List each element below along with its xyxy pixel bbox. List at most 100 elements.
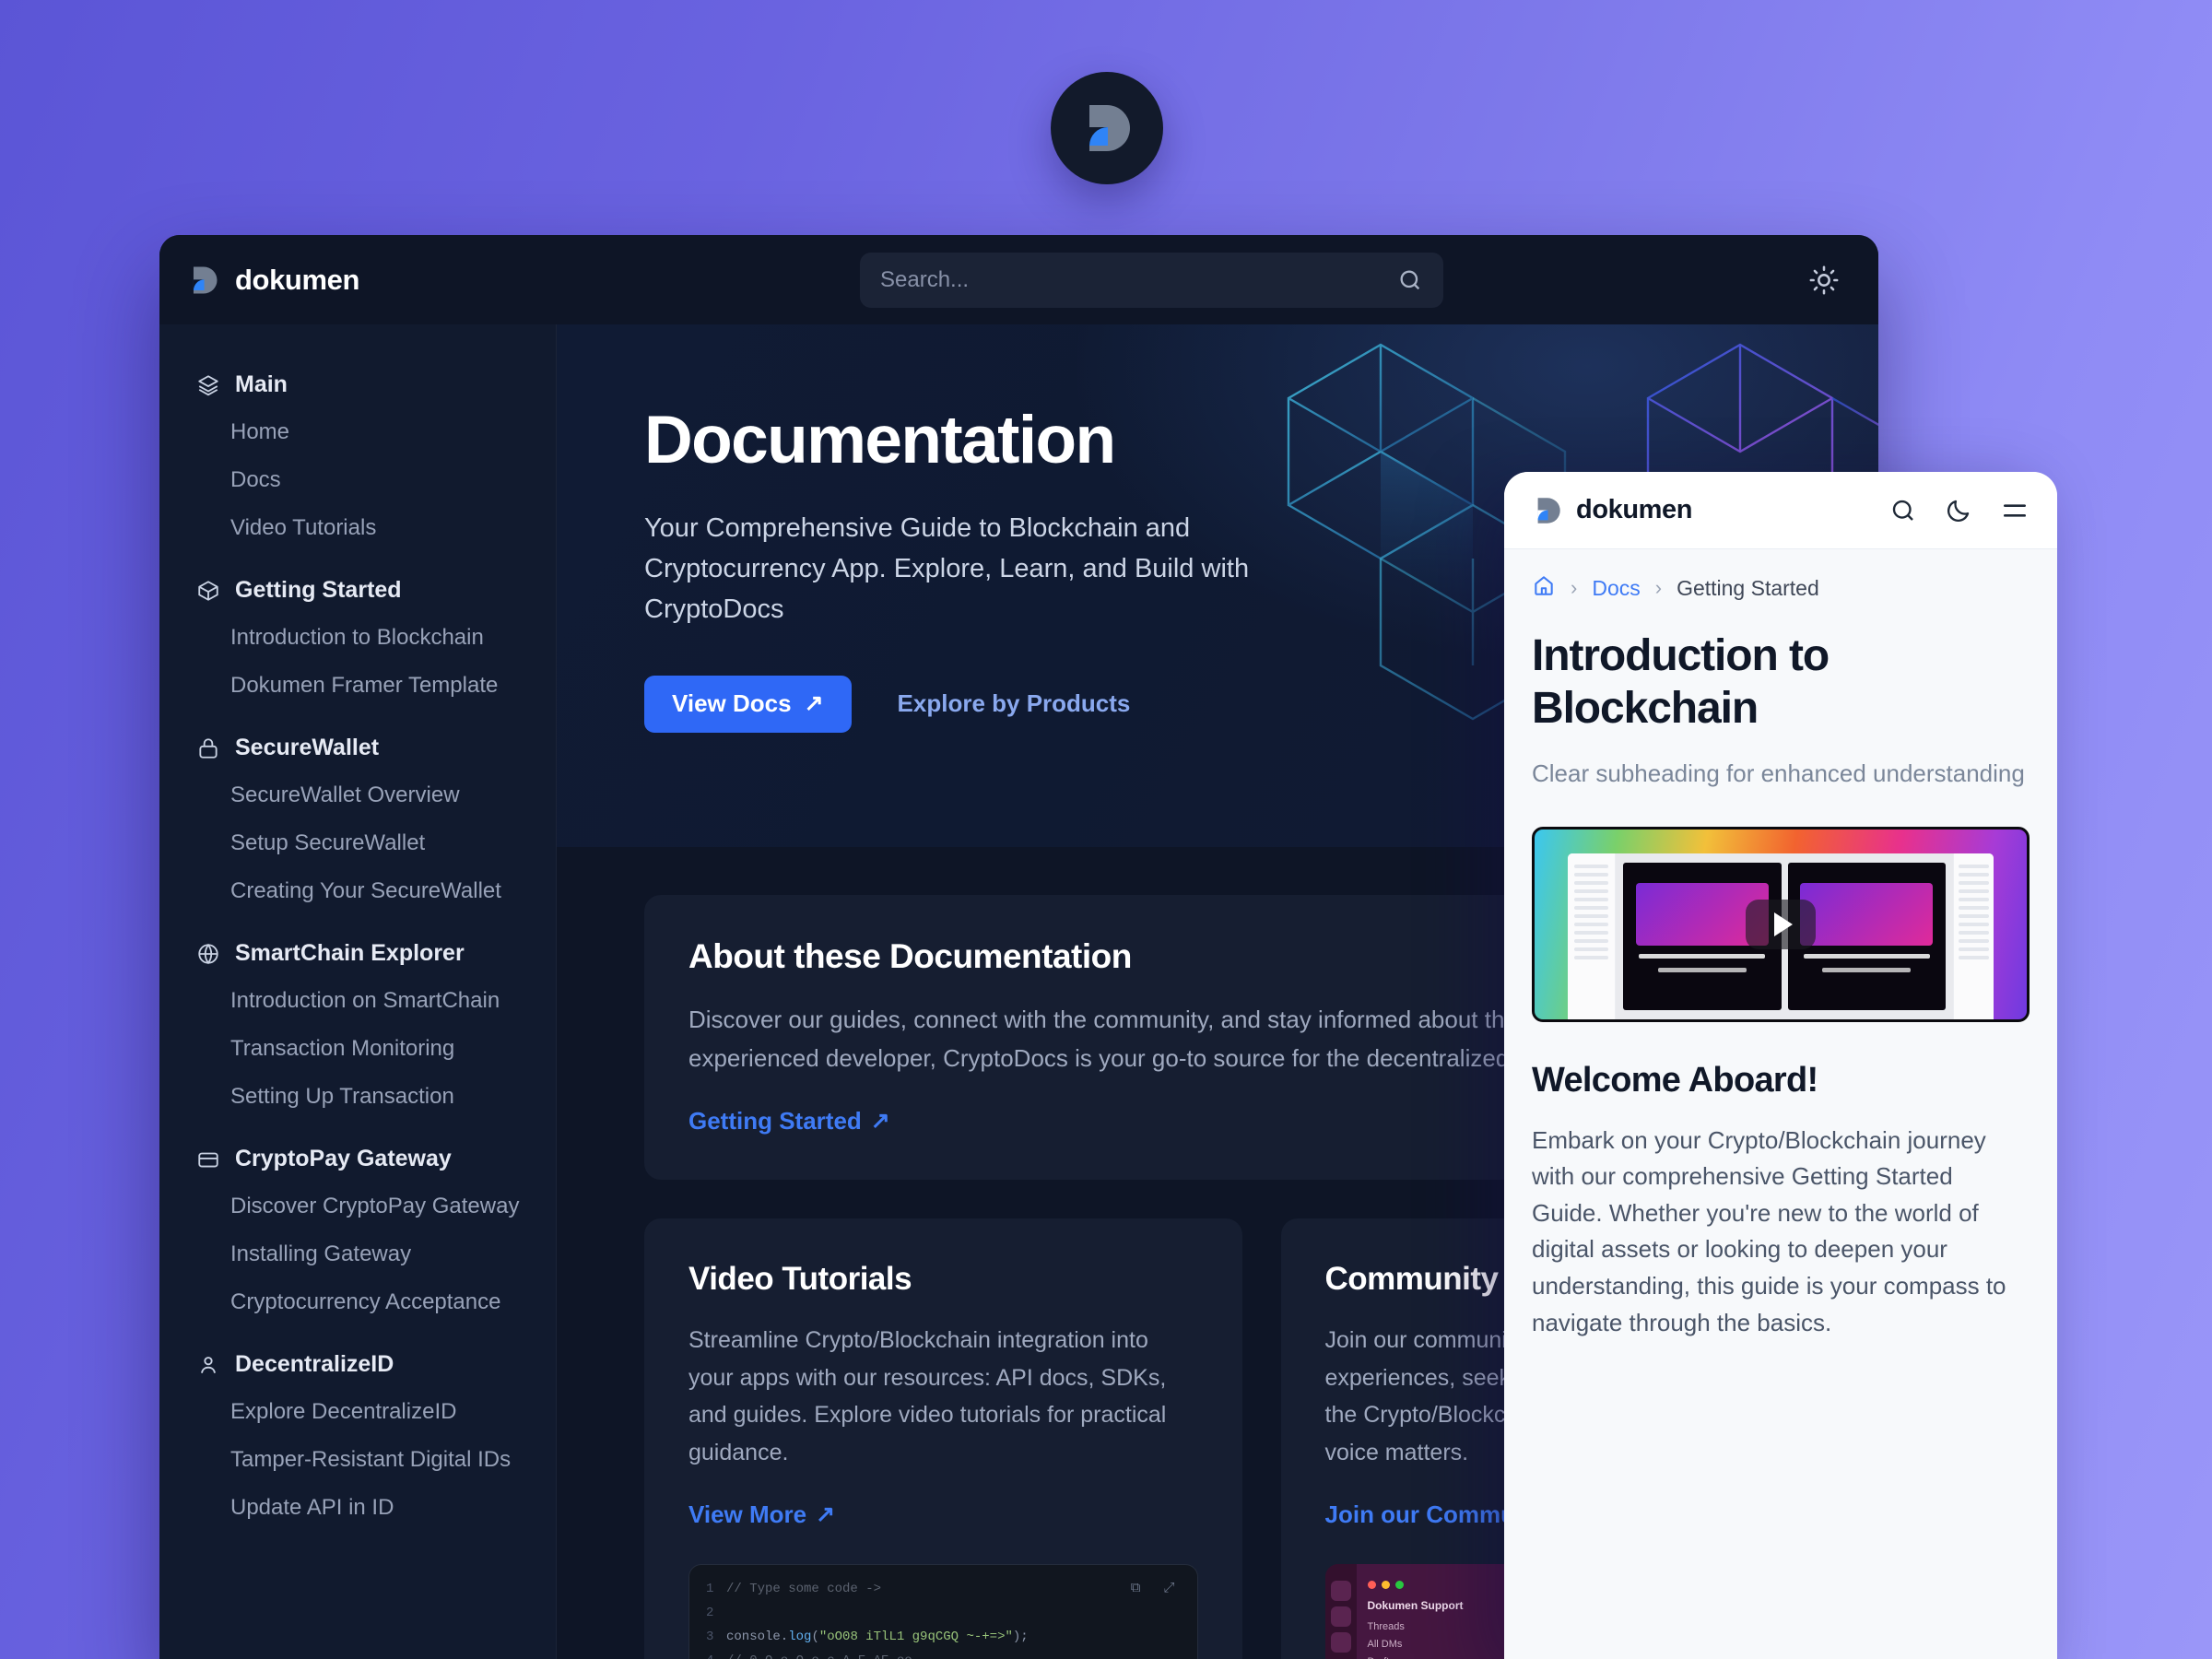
sidebar-item-transaction-monitoring[interactable]: Transaction Monitoring: [159, 1025, 556, 1073]
nav-group-cryptopay-gateway: CryptoPay Gateway Discover CryptoPay Gat…: [159, 1135, 556, 1326]
breadcrumb-current: Getting Started: [1677, 575, 1819, 600]
mobile-theme-toggle-button[interactable]: [1945, 497, 1972, 524]
video-tutorials-card: Video Tutorials Streamline Crypto/Blockc…: [644, 1218, 1242, 1659]
window-dots: [1367, 1577, 1493, 1599]
sidebar-group-decentralizeid[interactable]: DecentralizeID: [159, 1341, 556, 1388]
lock-icon: [199, 737, 218, 759]
search-box[interactable]: [860, 252, 1443, 308]
sidebar-group-label: SmartChain Explorer: [235, 940, 465, 966]
mobile-section-title: Welcome Aboard!: [1532, 1060, 1818, 1100]
sidebar-item-creating-your-securewallet[interactable]: Creating Your SecureWallet: [159, 867, 556, 915]
card-body: Streamline Crypto/Blockchain integration…: [688, 1327, 1167, 1465]
dokumen-logo-icon: [193, 265, 218, 294]
sidebar-item-installing-gateway[interactable]: Installing Gateway: [159, 1230, 556, 1278]
sidebar-group-main[interactable]: Main: [159, 361, 556, 408]
search-icon: [1892, 500, 1913, 521]
chat-rail: [1324, 1564, 1357, 1659]
sidebar-item-discover-cryptopay-gateway[interactable]: Discover CryptoPay Gateway: [159, 1182, 556, 1230]
hero-subtitle: Your Comprehensive Guide to Blockchain a…: [644, 512, 1250, 624]
card-title: Video Tutorials: [688, 1261, 912, 1298]
globe-icon: [198, 943, 218, 964]
view-docs-label: View Docs: [672, 689, 792, 718]
nav-group-decentralizeid: DecentralizeID Explore DecentralizeID Ta…: [159, 1341, 556, 1532]
theme-toggle-button[interactable]: [1799, 255, 1849, 305]
code-line-3c: "oO08 iTlL1 g9qCGQ ~-+=>": [818, 1630, 1013, 1644]
mobile-brand-name: dokumen: [1576, 495, 1693, 524]
code-editor-mockup[interactable]: ⧉ ⤢ 1// Type some code -> 2 3 console.log…: [688, 1564, 1198, 1659]
view-more-link[interactable]: View More ↗: [688, 1500, 835, 1529]
sidebar-item-introduction-on-smartchain[interactable]: Introduction on SmartChain: [159, 977, 556, 1025]
sidebar-item-home[interactable]: Home: [159, 408, 556, 456]
sidebar-group-getting-started[interactable]: Getting Started: [159, 567, 556, 614]
page-title: Documentation: [644, 403, 1116, 477]
code-line-1: // Type some code ->: [726, 1582, 882, 1597]
sidebar-item-docs[interactable]: Docs: [159, 456, 556, 504]
chat-sidebar: Dokumen Support Threads All DMs Drafts M…: [1356, 1564, 1504, 1659]
sidebar-group-label: Getting Started: [235, 577, 402, 603]
layers-icon: [198, 374, 218, 395]
credit-card-icon: [198, 1152, 218, 1168]
sidebar-group-label: Main: [235, 371, 288, 397]
play-icon[interactable]: [1746, 899, 1816, 949]
sidebar-item-introduction-to-blockchain[interactable]: Introduction to Blockchain: [159, 614, 556, 662]
arrow-up-right-icon: ↗: [804, 690, 824, 717]
mobile-page-title: Introduction to Blockchain: [1532, 631, 1830, 733]
mobile-preview-panel: dokumen › Docs › Getting Started Introdu…: [1504, 472, 2057, 1659]
top-bar: dokumen: [159, 235, 1878, 324]
sidebar-item-tamper-resistant-digital-ids[interactable]: Tamper-Resistant Digital IDs: [159, 1436, 556, 1484]
brand-name: dokumen: [235, 263, 359, 296]
sidebar-item-video-tutorials[interactable]: Video Tutorials: [159, 504, 556, 552]
dokumen-logo-icon: [1537, 497, 1560, 524]
floating-logo-badge: [1051, 72, 1163, 184]
sidebar-item-cryptocurrency-acceptance[interactable]: Cryptocurrency Acceptance: [159, 1278, 556, 1326]
explore-by-products-link[interactable]: Explore by Products: [898, 689, 1131, 718]
hamburger-menu-icon: [2004, 503, 2026, 517]
sidebar-item-setting-up-transaction[interactable]: Setting Up Transaction: [159, 1073, 556, 1121]
video-thumbnail[interactable]: [1532, 826, 2030, 1022]
sidebar-item-securewallet-overview[interactable]: SecureWallet Overview: [159, 771, 556, 819]
video-mock-sidebar: [1568, 853, 1616, 1019]
arrow-up-right-icon: ↗: [816, 1501, 836, 1528]
mobile-search-button[interactable]: [1889, 497, 1917, 524]
sidebar-item-update-api-in-id[interactable]: Update API in ID: [159, 1484, 556, 1532]
search-icon[interactable]: [1397, 267, 1423, 293]
mobile-section-body: Embark on your Crypto/Blockchain journey…: [1532, 1125, 2006, 1336]
sidebar-item-explore-decentralizeid[interactable]: Explore DecentralizeID: [159, 1388, 556, 1436]
sidebar-group-label: DecentralizeID: [235, 1351, 394, 1377]
mobile-brand[interactable]: dokumen: [1532, 495, 1889, 526]
search-input[interactable]: [880, 266, 1388, 293]
view-more-label: View More: [688, 1500, 807, 1529]
package-icon: [198, 580, 218, 601]
code-line-4: // 0 O o O o c A E AE oo: [726, 1653, 912, 1659]
sidebar-group-smartchain-explorer[interactable]: SmartChain Explorer: [159, 930, 556, 977]
mobile-top-bar: dokumen: [1504, 472, 2057, 549]
nav-group-main: Main Home Docs Video Tutorials: [159, 361, 556, 552]
brand[interactable]: dokumen: [187, 264, 528, 297]
video-mock-inspector: [1953, 853, 1994, 1019]
sidebar-group-label: SecureWallet: [235, 735, 380, 760]
breadcrumb-separator: ›: [1654, 576, 1663, 599]
sidebar-group-securewallet[interactable]: SecureWallet: [159, 724, 556, 771]
nav-group-smartchain-explorer: SmartChain Explorer Introduction on Smar…: [159, 930, 556, 1121]
home-icon: [1535, 576, 1553, 595]
chat-channel: All DMs: [1367, 1639, 1403, 1651]
breadcrumb-docs[interactable]: Docs: [1592, 576, 1640, 601]
code-line-3b: log: [788, 1630, 812, 1644]
mobile-icon-group: [1889, 496, 2030, 525]
sidebar-item-dokumen-framer-template[interactable]: Dokumen Framer Template: [159, 662, 556, 710]
sidebar: Main Home Docs Video Tutorials Getting S…: [159, 324, 557, 1659]
breadcrumb-separator: ›: [1571, 576, 1578, 599]
code-editor-tools: ⧉ ⤢: [1130, 1581, 1182, 1597]
getting-started-link[interactable]: Getting Started ↗: [688, 1107, 890, 1135]
chat-workspace-name: Dokumen Support: [1367, 1599, 1464, 1613]
nav-group-securewallet: SecureWallet SecureWallet Overview Setup…: [159, 724, 556, 915]
getting-started-label: Getting Started: [688, 1107, 862, 1135]
breadcrumb-home[interactable]: [1532, 573, 1556, 603]
sidebar-item-setup-securewallet[interactable]: Setup SecureWallet: [159, 819, 556, 867]
moon-icon: [1947, 500, 1970, 522]
arrow-up-right-icon: ↗: [870, 1108, 890, 1135]
sun-icon: [1809, 265, 1839, 294]
view-docs-button[interactable]: View Docs ↗: [644, 675, 852, 733]
mobile-menu-button[interactable]: [2000, 496, 2030, 525]
sidebar-group-cryptopay-gateway[interactable]: CryptoPay Gateway: [159, 1135, 556, 1182]
